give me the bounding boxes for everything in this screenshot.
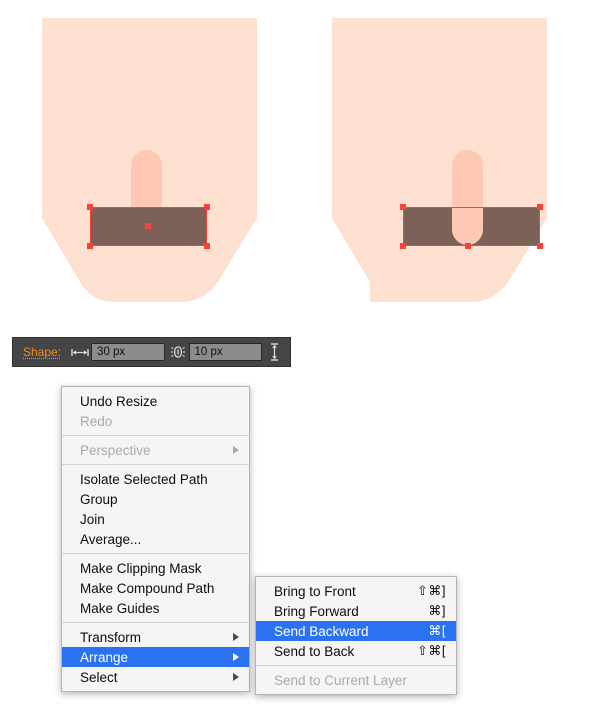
arrange-submenu-item-send-to-current-layer: Send to Current Layer bbox=[256, 670, 456, 690]
menu-item-label: Send to Back bbox=[274, 644, 401, 659]
artboard-after[interactable] bbox=[332, 0, 547, 320]
canvas-context-menu[interactable]: Undo Resize Redo Perspective Isolate Select… bbox=[61, 386, 250, 692]
selection-handle-top-right[interactable] bbox=[204, 204, 210, 210]
context-menu-item-transform[interactable]: Transform bbox=[62, 627, 249, 647]
context-menu-item-perspective: Perspective bbox=[62, 440, 249, 460]
selection-handle-bottom-right[interactable] bbox=[204, 243, 210, 249]
menu-separator bbox=[62, 435, 249, 436]
body-shape-outline bbox=[332, 18, 547, 302]
menu-item-shortcut: ⌘[ bbox=[428, 623, 446, 639]
menu-item-label: Arrange bbox=[80, 650, 221, 665]
menu-item-shortcut: ⇧⌘] bbox=[417, 583, 446, 599]
arrange-submenu-item-bring-forward[interactable]: Bring Forward ⌘] bbox=[256, 601, 456, 621]
menu-item-label: Bring to Front bbox=[274, 584, 401, 599]
selection-center-point bbox=[145, 223, 151, 229]
shape-corner-radius-input[interactable]: 10 px bbox=[189, 343, 262, 361]
submenu-arrow-icon bbox=[233, 633, 239, 641]
context-menu-item-join[interactable]: Join bbox=[62, 509, 249, 529]
menu-item-label: Make Guides bbox=[80, 601, 239, 616]
arrange-submenu[interactable]: Bring to Front ⇧⌘] Bring Forward ⌘] Send Bac… bbox=[255, 576, 457, 695]
arrange-submenu-item-bring-to-front[interactable]: Bring to Front ⇧⌘] bbox=[256, 581, 456, 601]
shape-before-svg bbox=[42, 0, 257, 320]
selection-handle-top-left[interactable] bbox=[87, 204, 93, 210]
menu-item-label: Isolate Selected Path bbox=[80, 472, 239, 487]
context-menu-item-select[interactable]: Select bbox=[62, 667, 249, 687]
selection-handle-top-right[interactable] bbox=[537, 204, 543, 210]
selection-handle-bottom-right[interactable] bbox=[537, 243, 543, 249]
submenu-arrow-icon bbox=[233, 673, 239, 681]
arrange-submenu-item-send-backward[interactable]: Send Backward ⌘[ bbox=[256, 621, 456, 641]
menu-item-label: Bring Forward bbox=[274, 604, 412, 619]
shape-width-input[interactable]: 30 px bbox=[91, 343, 164, 361]
context-menu-item-redo: Redo bbox=[62, 411, 249, 431]
height-arrows-icon bbox=[264, 342, 286, 362]
context-menu-item-group[interactable]: Group bbox=[62, 489, 249, 509]
shape-after-svg bbox=[332, 0, 547, 320]
selection-bounding-box bbox=[403, 207, 540, 246]
artboard-before[interactable] bbox=[42, 0, 257, 320]
menu-item-label: Redo bbox=[80, 414, 239, 429]
menu-item-label: Average... bbox=[80, 532, 239, 547]
selection-center-point bbox=[465, 243, 471, 249]
artwork-canvas bbox=[0, 0, 600, 330]
width-arrows-icon bbox=[69, 342, 91, 362]
menu-item-label: Undo Resize bbox=[80, 394, 239, 409]
menu-separator bbox=[62, 464, 249, 465]
menu-item-label: Send Backward bbox=[274, 624, 412, 639]
shape-width-value: 30 px bbox=[97, 346, 125, 358]
selection-handle-bottom-left[interactable] bbox=[87, 243, 93, 249]
menu-item-label: Select bbox=[80, 670, 221, 685]
corner-radius-icon[interactable] bbox=[167, 342, 189, 362]
menu-separator bbox=[62, 622, 249, 623]
shape-properties-toolbar[interactable]: Shape: 30 px 10 px bbox=[12, 337, 291, 367]
menu-item-label: Make Clipping Mask bbox=[80, 561, 239, 576]
context-menu-item-undo-resize[interactable]: Undo Resize bbox=[62, 391, 249, 411]
context-menu-item-make-compound-path[interactable]: Make Compound Path bbox=[62, 578, 249, 598]
menu-item-label: Transform bbox=[80, 630, 221, 645]
menu-item-shortcut: ⇧⌘[ bbox=[417, 643, 446, 659]
selection-handle-top-left[interactable] bbox=[400, 204, 406, 210]
menu-separator bbox=[62, 553, 249, 554]
context-menu-item-make-clipping-mask[interactable]: Make Clipping Mask bbox=[62, 558, 249, 578]
shape-toolbar-label: Shape: bbox=[23, 345, 61, 359]
menu-item-label: Make Compound Path bbox=[80, 581, 239, 596]
menu-separator bbox=[256, 665, 456, 666]
submenu-arrow-icon bbox=[233, 653, 239, 661]
context-menu-item-isolate-selected-path[interactable]: Isolate Selected Path bbox=[62, 469, 249, 489]
submenu-arrow-icon bbox=[233, 446, 239, 454]
menu-item-label: Join bbox=[80, 512, 239, 527]
arrange-submenu-item-send-to-back[interactable]: Send to Back ⇧⌘[ bbox=[256, 641, 456, 661]
menu-item-label: Group bbox=[80, 492, 239, 507]
menu-item-label: Send to Current Layer bbox=[274, 673, 446, 688]
shape-corner-radius-value: 10 px bbox=[195, 346, 223, 358]
context-menu-item-arrange[interactable]: Arrange bbox=[62, 647, 249, 667]
menu-item-label: Perspective bbox=[80, 443, 221, 458]
context-menu-item-make-guides[interactable]: Make Guides bbox=[62, 598, 249, 618]
selection-handle-bottom-left[interactable] bbox=[400, 243, 406, 249]
context-menu-item-average[interactable]: Average... bbox=[62, 529, 249, 549]
menu-item-shortcut: ⌘] bbox=[428, 603, 446, 619]
